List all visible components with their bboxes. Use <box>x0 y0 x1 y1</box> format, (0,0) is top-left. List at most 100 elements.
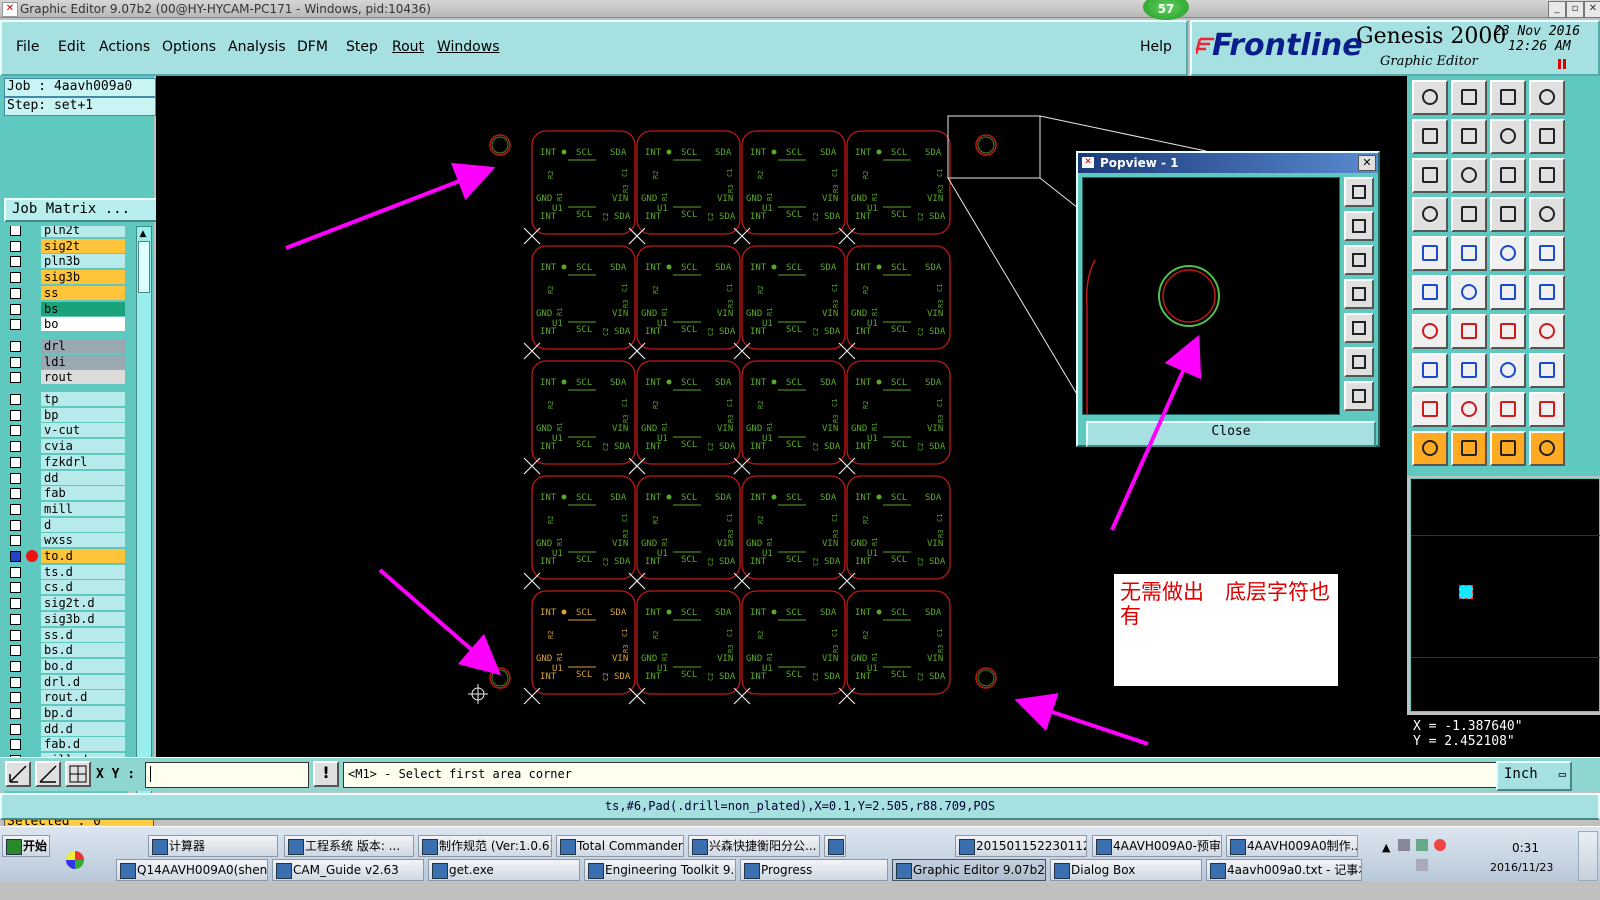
taskbar-item[interactable]: 工程系统 版本: ... <box>284 835 414 857</box>
layer-checkbox[interactable] <box>10 519 21 531</box>
layer-row[interactable]: ldi <box>4 354 128 369</box>
pv-pan-left-icon[interactable] <box>1344 279 1374 309</box>
menu-windows[interactable]: Windows <box>437 39 500 55</box>
draw-line-icon[interactable] <box>1412 314 1448 349</box>
layer-name[interactable]: pln3b <box>41 254 125 269</box>
layer-name[interactable]: tp <box>41 392 125 406</box>
layer-name[interactable]: pln2t <box>41 226 125 237</box>
layer-row[interactable]: cs.d <box>4 580 128 595</box>
layer-row[interactable]: ts.d <box>4 564 128 579</box>
pointer-yellow-icon[interactable] <box>1490 431 1526 466</box>
layer-row[interactable]: to.d <box>4 549 128 563</box>
taskbar-item[interactable]: 4aavh009a0.txt - 记事本 <box>1206 859 1362 881</box>
home-icon[interactable] <box>1490 80 1526 115</box>
polygon-icon[interactable] <box>1451 236 1487 271</box>
layer-row[interactable]: fab <box>4 486 128 501</box>
layer-checkbox[interactable] <box>10 340 21 352</box>
layer-name[interactable]: wxss <box>41 533 125 548</box>
pad-tool-icon[interactable] <box>1490 197 1526 232</box>
line-pad-icon[interactable] <box>1490 275 1526 310</box>
layer-name[interactable]: bs.d <box>41 643 125 658</box>
layer-row[interactable]: pln2t <box>4 226 128 237</box>
pad-add-icon[interactable] <box>1412 353 1448 388</box>
layer-checkbox[interactable] <box>10 272 21 284</box>
tray-volume-icon[interactable] <box>1416 859 1428 871</box>
layer-name[interactable]: sig2t.d <box>41 596 125 611</box>
menu-edit[interactable]: Edit <box>58 39 85 55</box>
zoom-area-icon[interactable] <box>5 761 31 787</box>
layer-row[interactable]: sig2t <box>4 238 128 253</box>
connect-icon[interactable] <box>1412 275 1448 310</box>
layer-checkbox[interactable] <box>10 372 21 384</box>
taskbar-item[interactable]: Engineering Toolkit 9.07... <box>584 859 736 881</box>
scale-icon[interactable] <box>1490 158 1526 193</box>
grid-icon[interactable] <box>65 761 91 787</box>
scroll-up-icon[interactable]: ▲ <box>138 229 148 239</box>
rotate-icon[interactable] <box>1490 119 1526 154</box>
quick-launch-icon[interactable] <box>66 851 84 869</box>
taskbar-item[interactable]: 4AAVH009A0-预审... <box>1092 835 1222 857</box>
layer-row[interactable]: drl <box>4 338 128 353</box>
pointer-icon[interactable] <box>1412 431 1448 466</box>
layer-name[interactable]: cs.d <box>41 580 125 595</box>
layer-name[interactable]: ldi <box>41 354 125 369</box>
taskbar-item[interactable]: get.exe <box>428 859 580 881</box>
menu-options[interactable]: Options <box>162 39 216 55</box>
menu-help[interactable]: Help <box>1140 39 1172 55</box>
menu-analysis[interactable]: Analysis <box>228 39 286 55</box>
pv-fit-icon[interactable] <box>1344 347 1374 377</box>
layer-name[interactable]: sig3b.d <box>41 611 125 626</box>
triangle-a-icon[interactable] <box>1490 392 1526 427</box>
tray-app-icon[interactable] <box>1434 839 1446 851</box>
layer-name[interactable]: drl <box>41 338 125 353</box>
taskbar-item[interactable] <box>824 835 846 857</box>
popview-close-button[interactable]: Close <box>1086 421 1376 447</box>
layer-checkbox[interactable] <box>10 723 21 735</box>
tray-arrow-icon[interactable]: ▲ <box>1382 841 1390 854</box>
settings-icon[interactable] <box>1412 197 1448 232</box>
select-icon[interactable] <box>1412 236 1448 271</box>
layer-row[interactable]: wxss <box>4 533 128 548</box>
alert-icon[interactable]: ! <box>313 761 339 787</box>
menu-dfm[interactable]: DFM <box>297 39 328 55</box>
layer-checkbox[interactable] <box>10 441 21 453</box>
tray-device-icon[interactable] <box>1416 839 1428 851</box>
layer-name[interactable]: ss <box>41 285 125 300</box>
layer-name[interactable]: d <box>41 517 125 532</box>
layer-checkbox[interactable] <box>10 226 21 236</box>
layer-row[interactable]: cvia <box>4 439 128 454</box>
maximize-button[interactable]: ▫ <box>1566 1 1584 18</box>
layer-name[interactable]: dd.d <box>41 721 125 736</box>
taskbar-item[interactable]: Dialog Box <box>1050 859 1202 881</box>
menu-file[interactable]: File <box>16 39 39 55</box>
job-matrix-button[interactable]: Job Matrix ... <box>4 198 158 222</box>
unit-selector[interactable]: Inch ▭ <box>1496 761 1572 791</box>
taskbar-item[interactable]: 2015011522301124... <box>955 835 1087 857</box>
layer-checkbox[interactable] <box>10 488 21 500</box>
mirror-icon[interactable] <box>1529 314 1565 349</box>
taskbar-item[interactable]: 4AAVH009A0制作... <box>1226 835 1358 857</box>
move-left-icon[interactable] <box>1412 119 1448 154</box>
layer-name[interactable]: sig2t <box>41 238 125 253</box>
layer-name[interactable]: bp <box>41 407 125 422</box>
layer-scrollbar[interactable]: ▲ ▼ <box>136 226 152 806</box>
mirror-box-icon[interactable] <box>1490 353 1526 388</box>
layer-checkbox[interactable] <box>10 692 21 704</box>
pv-layer-up-icon[interactable] <box>1344 211 1374 241</box>
layer-row[interactable]: mill <box>4 501 128 516</box>
layer-row[interactable]: dd <box>4 470 128 485</box>
overview-map[interactable] <box>1410 478 1600 712</box>
layer-name[interactable]: sig3b <box>41 270 125 285</box>
layer-row[interactable]: sig2t.d <box>4 596 128 611</box>
popview-canvas[interactable] <box>1082 177 1340 415</box>
move-right-icon[interactable] <box>1451 119 1487 154</box>
net-tool-icon[interactable] <box>1529 197 1565 232</box>
pv-zoom-in-icon[interactable] <box>1344 177 1374 207</box>
clock-time[interactable]: 0:31 <box>1512 841 1539 855</box>
triangle-small-icon[interactable] <box>1412 392 1448 427</box>
layer-row[interactable]: fab.d <box>4 737 128 752</box>
popview-close-icon[interactable]: ✕ <box>1358 155 1376 171</box>
layer-checkbox[interactable] <box>10 240 21 252</box>
ruler-icon[interactable] <box>1490 236 1526 271</box>
menu-rout[interactable]: Rout <box>392 39 424 55</box>
